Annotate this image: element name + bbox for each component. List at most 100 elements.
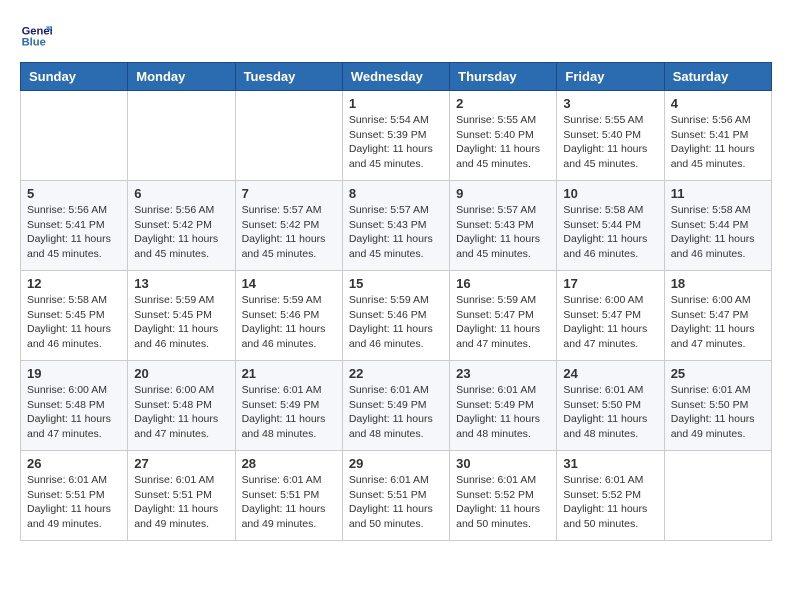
calendar-cell: 8 Sunrise: 5:57 AMSunset: 5:43 PMDaylight…	[342, 181, 449, 271]
cell-line: Sunset: 5:41 PM	[27, 219, 105, 231]
cell-line: Sunrise: 6:01 AM	[349, 474, 429, 486]
cell-line: Sunset: 5:47 PM	[563, 309, 641, 321]
calendar-cell: 18 Sunrise: 6:00 AMSunset: 5:47 PMDayligh…	[664, 271, 771, 361]
cell-line: Sunrise: 5:59 AM	[456, 294, 536, 306]
cell-content: Sunrise: 5:59 AMSunset: 5:45 PMDaylight:…	[134, 293, 228, 352]
cell-line: Sunset: 5:49 PM	[242, 399, 320, 411]
cell-line: Daylight: 11 hours and 48 minutes.	[242, 413, 326, 440]
cell-line: Daylight: 11 hours and 50 minutes.	[563, 503, 647, 530]
cell-content: Sunrise: 6:01 AMSunset: 5:51 PMDaylight:…	[134, 473, 228, 532]
cell-content: Sunrise: 5:57 AMSunset: 5:42 PMDaylight:…	[242, 203, 336, 262]
cell-line: Sunset: 5:46 PM	[242, 309, 320, 321]
calendar-cell	[21, 91, 128, 181]
cell-line: Sunrise: 6:01 AM	[27, 474, 107, 486]
day-number: 16	[456, 276, 550, 291]
cell-line: Sunset: 5:45 PM	[27, 309, 105, 321]
cell-line: Sunrise: 6:01 AM	[349, 384, 429, 396]
cell-line: Daylight: 11 hours and 45 minutes.	[671, 143, 755, 170]
cell-line: Sunset: 5:49 PM	[456, 399, 534, 411]
calendar-cell: 7Sunrise: 5:57 AMSunset: 5:42 PMDaylight…	[235, 181, 342, 271]
cell-content: Sunrise: 6:00 AMSunset: 5:48 PMDaylight:…	[27, 383, 121, 442]
cell-content: Sunrise: 6:00 AMSunset: 5:47 PMDaylight:…	[671, 293, 765, 352]
week-row-0: 1Sunrise: 5:54 AMSunset: 5:39 PMDaylight…	[21, 91, 772, 181]
cell-line: Sunrise: 5:57 AM	[349, 204, 429, 216]
cell-content: Sunrise: 5:59 AMSunset: 5:47 PMDaylight:…	[456, 293, 550, 352]
calendar-cell: 31 Sunrise: 6:01 AMSunset: 5:52 PMDayligh…	[557, 451, 664, 541]
cell-line: Sunrise: 6:01 AM	[456, 474, 536, 486]
cell-line: Sunset: 5:42 PM	[242, 219, 320, 231]
day-number: 8	[349, 186, 443, 201]
header-tuesday: Tuesday	[235, 63, 342, 91]
day-number: 6	[134, 186, 228, 201]
calendar-table: SundayMondayTuesdayWednesdayThursdayFrid…	[20, 62, 772, 541]
calendar-cell: 14Sunrise: 5:59 AMSunset: 5:46 PMDayligh…	[235, 271, 342, 361]
cell-line: Daylight: 11 hours and 50 minutes.	[349, 503, 433, 530]
cell-line: Sunrise: 6:00 AM	[563, 294, 643, 306]
cell-line: Sunset: 5:52 PM	[563, 489, 641, 501]
day-number: 26	[27, 456, 121, 471]
day-number: 18	[671, 276, 765, 291]
cell-content: Sunrise: 5:55 AMSunset: 5:40 PMDaylight:…	[563, 113, 657, 172]
calendar-cell: 12 Sunrise: 5:58 AM Sunset: 5:45 PM Dayligh…	[21, 271, 128, 361]
cell-line: Daylight: 11 hours and 46 minutes.	[671, 233, 755, 260]
cell-line: Sunrise: 5:59 AM	[349, 294, 429, 306]
cell-line: Sunset: 5:40 PM	[456, 129, 534, 141]
cell-content: Sunrise: 5:59 AM Sunset: 5:46 PM Daylight:…	[242, 293, 336, 352]
cell-content: Sunrise: 5:58 AMSunset: 5:44 PMDaylight:…	[563, 203, 657, 262]
calendar-cell: 19Sunrise: 6:00 AMSunset: 5:48 PMDayligh…	[21, 361, 128, 451]
cell-content: Sunrise: 5:54 AMSunset: 5:39 PMDaylight:…	[349, 113, 443, 172]
cell-line: Sunrise: 6:01 AM	[671, 384, 751, 396]
cell-line: Daylight: 11 hours and 45 minutes.	[242, 233, 326, 260]
calendar-cell: 27 Sunrise: 6:01 AMSunset: 5:51 PMDayligh…	[128, 451, 235, 541]
cell-line: Daylight: 11 hours and 49 minutes.	[671, 413, 755, 440]
cell-line: Sunset: 5:48 PM	[134, 399, 212, 411]
header-sunday: Sunday	[21, 63, 128, 91]
day-number: 22	[349, 366, 443, 381]
cell-line: Daylight: 11 hours and 46 minutes.	[242, 323, 326, 350]
cell-line: Daylight: 11 hours and 46 minutes.	[27, 323, 111, 350]
logo: General Blue	[20, 20, 52, 52]
cell-line: Sunset: 5:52 PM	[456, 489, 534, 501]
calendar-cell: 3Sunrise: 5:55 AMSunset: 5:40 PMDaylight…	[557, 91, 664, 181]
calendar-cell: 9Sunrise: 5:57 AMSunset: 5:43 PMDaylight…	[450, 181, 557, 271]
cell-content: Sunrise: 6:01 AMSunset: 5:52 PMDaylight:…	[456, 473, 550, 532]
calendar-cell: 4Sunrise: 5:56 AMSunset: 5:41 PMDaylight…	[664, 91, 771, 181]
cell-content: Sunrise: 5:56 AMSunset: 5:42 PMDaylight:…	[134, 203, 228, 262]
cell-line: Sunset: 5:51 PM	[134, 489, 212, 501]
cell-content: Sunrise: 6:00 AMSunset: 5:48 PMDaylight:…	[134, 383, 228, 442]
calendar-cell: 20Sunrise: 6:00 AMSunset: 5:48 PMDayligh…	[128, 361, 235, 451]
day-number: 31	[563, 456, 657, 471]
cell-line: Sunset: 5:43 PM	[456, 219, 534, 231]
cell-content: Sunrise: 6:01 AMSunset: 5:49 PMDaylight:…	[456, 383, 550, 442]
calendar-cell: 16 Sunrise: 5:59 AMSunset: 5:47 PMDayligh…	[450, 271, 557, 361]
cell-line: Daylight: 11 hours and 45 minutes.	[349, 233, 433, 260]
svg-text:Blue: Blue	[22, 37, 46, 49]
page-header: General Blue	[20, 20, 772, 52]
cell-line: Sunrise: 6:01 AM	[242, 474, 322, 486]
day-number: 25	[671, 366, 765, 381]
day-number: 27	[134, 456, 228, 471]
day-number: 5	[27, 186, 121, 201]
cell-content: Sunrise: 6:01 AMSunset: 5:49 PMDaylight:…	[242, 383, 336, 442]
cell-line: Sunrise: 6:01 AM	[456, 384, 536, 396]
day-number: 28	[242, 456, 336, 471]
cell-line: Sunrise: 5:59 AM	[242, 294, 322, 306]
cell-content: Sunrise: 6:01 AMSunset: 5:51 PMDaylight:…	[27, 473, 121, 532]
cell-line: Sunrise: 5:58 AM	[671, 204, 751, 216]
header-wednesday: Wednesday	[342, 63, 449, 91]
cell-line: Sunrise: 5:56 AM	[671, 114, 751, 126]
cell-line: Sunrise: 5:58 AM	[27, 294, 107, 306]
header-thursday: Thursday	[450, 63, 557, 91]
day-number: 12	[27, 276, 121, 291]
cell-line: Sunset: 5:45 PM	[134, 309, 212, 321]
day-number: 24	[563, 366, 657, 381]
cell-line: Sunrise: 5:56 AM	[134, 204, 214, 216]
cell-content: Sunrise: 6:01 AMSunset: 5:49 PMDaylight:…	[349, 383, 443, 442]
cell-line: Daylight: 11 hours and 45 minutes.	[27, 233, 111, 260]
cell-content: Sunrise: 5:57 AMSunset: 5:43 PMDaylight:…	[349, 203, 443, 262]
cell-line: Sunset: 5:41 PM	[671, 129, 749, 141]
cell-content: Sunrise: 6:01 AMSunset: 5:52 PMDaylight:…	[563, 473, 657, 532]
calendar-cell: 15Sunrise: 5:59 AMSunset: 5:46 PMDayligh…	[342, 271, 449, 361]
cell-content: Sunrise: 5:57 AMSunset: 5:43 PMDaylight:…	[456, 203, 550, 262]
cell-line: Daylight: 11 hours and 47 minutes.	[134, 413, 218, 440]
